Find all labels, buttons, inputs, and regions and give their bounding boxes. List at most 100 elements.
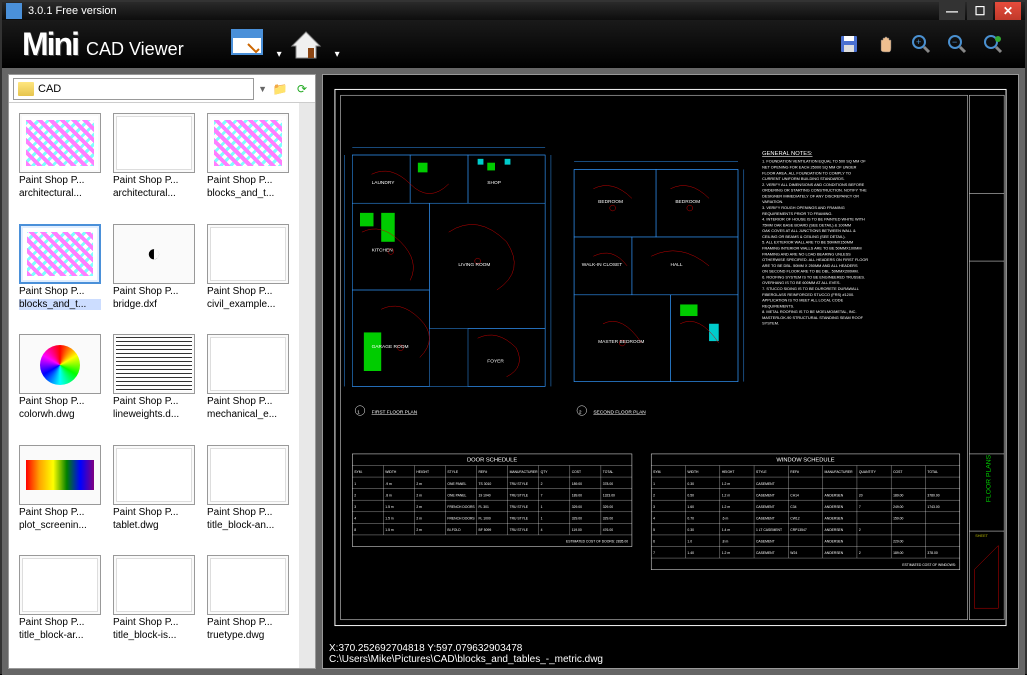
- pan-button[interactable]: [873, 32, 897, 56]
- svg-text:FRENCH DOORS: FRENCH DOORS: [447, 505, 475, 509]
- svg-text:WINDOW SCHEDULE: WINDOW SCHEDULE: [776, 458, 834, 464]
- thumbnail-item[interactable]: Paint Shop P...plot_screenin...: [15, 443, 105, 550]
- home-button[interactable]: [282, 20, 330, 68]
- svg-text:−: −: [952, 37, 957, 47]
- thumb-type-label: Paint Shop P...: [113, 507, 195, 518]
- svg-text:249.00: 249.00: [893, 505, 903, 509]
- svg-text:TOTAL: TOTAL: [927, 470, 938, 474]
- save-button[interactable]: [837, 32, 861, 56]
- svg-text:378.00: 378.00: [603, 482, 613, 486]
- svg-text:4: 4: [541, 528, 543, 532]
- thumbnail-item[interactable]: Paint Shop P...architectural...: [109, 111, 199, 218]
- zoom-in-button[interactable]: +: [909, 32, 933, 56]
- cad-drawing: FLOOR PLANS SHEET: [333, 85, 1008, 630]
- titlebar: 3.0.1 Free version — ☐ ✕: [2, 2, 1025, 20]
- thumb-filename-label: civil_example...: [207, 299, 289, 310]
- svg-text:19 1040: 19 1040: [479, 493, 491, 497]
- minimize-button[interactable]: —: [939, 2, 965, 20]
- svg-text:159.00: 159.00: [893, 517, 903, 521]
- refresh-button[interactable]: ⟳: [293, 80, 311, 98]
- svg-text:0.30: 0.30: [687, 528, 694, 532]
- close-button[interactable]: ✕: [995, 2, 1021, 20]
- svg-text:75MM OAK BASE BOARD (SEE DETAI: 75MM OAK BASE BOARD (SEE DETAIL) & 100MM: [762, 223, 851, 227]
- folder-path-input[interactable]: CAD: [13, 78, 254, 100]
- thumbnail-item[interactable]: Paint Shop P...lineweights.d...: [109, 332, 199, 439]
- thumbnail-item[interactable]: Paint Shop P...title_block-an...: [203, 443, 293, 550]
- dropdown-arrow-icon[interactable]: ▼: [258, 84, 267, 94]
- svg-text:1.4 m: 1.4 m: [722, 528, 731, 532]
- svg-text:OAK COVES AT ALL JUNCTIONS BET: OAK COVES AT ALL JUNCTIONS BETWEEN WALL …: [762, 229, 856, 233]
- thumb-type-label: Paint Shop P...: [207, 286, 289, 297]
- zoom-extents-button[interactable]: [981, 32, 1005, 56]
- thumbnail-item[interactable]: Paint Shop P...title_block-is...: [109, 553, 199, 660]
- svg-text:LIVING ROOM: LIVING ROOM: [458, 262, 490, 268]
- thumb-filename-label: tablet.dwg: [113, 520, 195, 531]
- svg-text:ONE PANEL: ONE PANEL: [447, 493, 466, 497]
- svg-text:1: 1: [653, 482, 655, 486]
- svg-text:ANDERSEN: ANDERSEN: [825, 551, 844, 555]
- svg-text:2 m: 2 m: [416, 493, 422, 497]
- thumbnail-item[interactable]: ◐Paint Shop P...bridge.dxf: [109, 222, 199, 329]
- svg-text:REF#: REF#: [479, 470, 488, 474]
- zoom-out-button[interactable]: −: [945, 32, 969, 56]
- folder-name: CAD: [38, 83, 61, 95]
- svg-text:HEIGHT: HEIGHT: [416, 470, 429, 474]
- maximize-button[interactable]: ☐: [967, 2, 993, 20]
- svg-text:OVERHANG IS TO BE 600MM AT ALL: OVERHANG IS TO BE 600MM AT ALL EVES.: [762, 281, 840, 285]
- svg-text:REQUIREMENTS PRIOR TO FRAMING.: REQUIREMENTS PRIOR TO FRAMING.: [762, 212, 832, 216]
- svg-text:CASEMENT: CASEMENT: [756, 517, 775, 521]
- svg-text:2 m: 2 m: [416, 517, 422, 521]
- thumb-filename-label: blocks_and_t...: [19, 299, 101, 310]
- svg-text:1.0: 1.0: [687, 540, 692, 544]
- thumbnail-grid: Paint Shop P...architectural...Paint Sho…: [9, 103, 299, 668]
- thumbnail-item[interactable]: Paint Shop P...title_block-ar...: [15, 553, 105, 660]
- thumb-type-label: Paint Shop P...: [207, 396, 289, 407]
- svg-text:.6 m: .6 m: [722, 517, 729, 521]
- thumbnail-item[interactable]: Paint Shop P...blocks_and_t...: [203, 111, 293, 218]
- svg-text:476.00: 476.00: [603, 528, 613, 532]
- zoom-out-icon: −: [947, 34, 967, 54]
- svg-text:OTHERWISE SPECIFIED. ALL HEADE: OTHERWISE SPECIFIED. ALL HEADERS ON FIRS…: [762, 258, 868, 262]
- scrollbar[interactable]: [299, 103, 315, 668]
- svg-text:.8 m: .8 m: [722, 540, 729, 544]
- zoom-extents-icon: [983, 34, 1003, 54]
- svg-text:1.2 m: 1.2 m: [722, 493, 731, 497]
- drawing-viewer: FLOOR PLANS SHEET: [322, 74, 1019, 669]
- svg-text:1743.00: 1743.00: [927, 505, 939, 509]
- drawing-canvas[interactable]: FLOOR PLANS SHEET: [323, 75, 1018, 640]
- svg-text:BEDROOM: BEDROOM: [598, 199, 623, 205]
- thumbnail-item[interactable]: Paint Shop P...blocks_and_t...: [15, 222, 105, 329]
- svg-text:6. ROOFING SYSTEM IS TO BE ENG: 6. ROOFING SYSTEM IS TO BE ENGINEERED TR…: [762, 275, 865, 279]
- svg-text:CW12: CW12: [790, 517, 799, 521]
- app-logo: Mini CAD Viewer: [22, 26, 184, 63]
- thumbnail-item[interactable]: Paint Shop P...mechanical_e...: [203, 332, 293, 439]
- svg-text:MASTERLOK-90 STRUCTURAL STANDI: MASTERLOK-90 STRUCTURAL STANDING SEAM RO…: [762, 316, 863, 320]
- thumbnail-item[interactable]: Paint Shop P...architectural...: [15, 111, 105, 218]
- svg-text:1: 1: [541, 505, 543, 509]
- thumbnail-item[interactable]: Paint Shop P... civil_example...: [203, 222, 293, 329]
- svg-text:0.70: 0.70: [687, 517, 694, 521]
- thumb-type-label: Paint Shop P...: [19, 396, 101, 407]
- svg-text:QTY: QTY: [541, 470, 549, 474]
- thumb-type-label: Paint Shop P...: [113, 617, 195, 628]
- svg-text:FOYER: FOYER: [487, 358, 504, 364]
- hand-icon: [875, 34, 895, 54]
- svg-text:DOOR SCHEDULE: DOOR SCHEDULE: [467, 458, 517, 464]
- svg-text:1. FOUNDATION VENTILATION EQUA: 1. FOUNDATION VENTILATION EQUAL TO 500 S…: [762, 160, 866, 164]
- up-folder-button[interactable]: 📁: [271, 80, 289, 98]
- thumb-type-label: Paint Shop P...: [113, 396, 195, 407]
- svg-text:1.5 m: 1.5 m: [385, 517, 394, 521]
- svg-text:FL 301: FL 301: [479, 505, 489, 509]
- svg-text:ANDERSEN: ANDERSEN: [825, 528, 844, 532]
- svg-text:ESTIMATED COST OF DOORS: 2835.: ESTIMATED COST OF DOORS: 2835.00: [566, 540, 628, 544]
- thumbnail-item[interactable]: Paint Shop P...truetype.dwg: [203, 553, 293, 660]
- svg-text:TRU STYLE: TRU STYLE: [510, 517, 529, 521]
- svg-text:7. STUCCO SIDING IS TO BE DURO: 7. STUCCO SIDING IS TO BE DURORETE DURAW…: [762, 287, 860, 291]
- open-file-button[interactable]: [224, 20, 272, 68]
- thumbnail-item[interactable]: Paint Shop P...colorwh.dwg: [15, 332, 105, 439]
- svg-text:1323.00: 1323.00: [603, 493, 615, 497]
- thumb-type-label: Paint Shop P...: [113, 175, 195, 186]
- thumbnail-item[interactable]: Paint Shop P... tablet.dwg: [109, 443, 199, 550]
- svg-text:1: 1: [357, 409, 360, 415]
- svg-text:CASEMENT: CASEMENT: [756, 493, 775, 497]
